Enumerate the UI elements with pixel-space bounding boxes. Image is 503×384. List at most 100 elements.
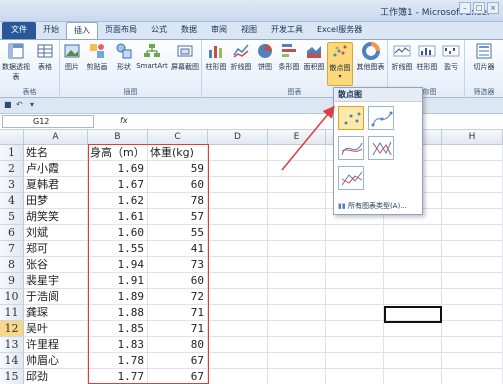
scatter-straight-lines-option[interactable]: [338, 166, 364, 190]
cell-h14[interactable]: [442, 353, 503, 369]
cell-e3[interactable]: [268, 177, 326, 193]
cell-d13[interactable]: [208, 337, 268, 353]
column-header-c[interactable]: C: [148, 130, 208, 145]
cell-h2[interactable]: [442, 161, 503, 177]
slicer-button[interactable]: 切片器: [469, 42, 499, 72]
cell-d9[interactable]: [208, 273, 268, 289]
cell-a9[interactable]: 裴星宇: [24, 273, 88, 289]
table-button[interactable]: 表格: [32, 42, 58, 72]
cell-d12[interactable]: [208, 321, 268, 337]
cell-d7[interactable]: [208, 241, 268, 257]
save-icon[interactable]: ■: [4, 100, 12, 109]
cell-h15[interactable]: [442, 369, 503, 384]
winloss-button[interactable]: 盈亏: [440, 42, 462, 72]
cell-c14[interactable]: 67: [148, 353, 208, 369]
cell-g12[interactable]: [384, 321, 442, 337]
tab-home[interactable]: 开始: [36, 22, 66, 39]
cell-b13[interactable]: 1.83: [88, 337, 148, 353]
cell-d4[interactable]: [208, 193, 268, 209]
cell-e12[interactable]: [268, 321, 326, 337]
cell-d2[interactable]: [208, 161, 268, 177]
undo-icon[interactable]: ↶: [16, 100, 23, 109]
customize-dropdown-icon[interactable]: ▾: [30, 100, 34, 109]
line-chart-button[interactable]: 折线图: [229, 42, 253, 72]
cell-b5[interactable]: 1.61: [88, 209, 148, 225]
cell-b10[interactable]: 1.89: [88, 289, 148, 305]
column-header-a[interactable]: A: [24, 130, 88, 145]
other-charts-button[interactable]: 其他图表: [355, 42, 386, 72]
cell-c6[interactable]: 55: [148, 225, 208, 241]
cell-c8[interactable]: 73: [148, 257, 208, 273]
select-all-corner[interactable]: [0, 130, 24, 145]
row-header[interactable]: 4: [0, 193, 24, 209]
column-header-e[interactable]: E: [268, 130, 326, 145]
column-header-b[interactable]: B: [88, 130, 148, 145]
row-header[interactable]: 14: [0, 353, 24, 369]
cell-a3[interactable]: 夏韩君: [24, 177, 88, 193]
cell-b6[interactable]: 1.60: [88, 225, 148, 241]
scatter-chart-button[interactable]: 散点图 ▾: [327, 42, 353, 86]
fx-icon[interactable]: fx: [120, 116, 128, 125]
cell-g6[interactable]: [384, 225, 442, 241]
cell-a11[interactable]: 龚琛: [24, 305, 88, 321]
cell-e4[interactable]: [268, 193, 326, 209]
cell-b8[interactable]: 1.94: [88, 257, 148, 273]
cell-g10[interactable]: [384, 289, 442, 305]
cell-a8[interactable]: 张谷: [24, 257, 88, 273]
cell-b14[interactable]: 1.78: [88, 353, 148, 369]
shapes-button[interactable]: 形状: [112, 42, 136, 72]
cell-f14[interactable]: [326, 353, 384, 369]
cell-f10[interactable]: [326, 289, 384, 305]
cell-h7[interactable]: [442, 241, 503, 257]
cell-c12[interactable]: 71: [148, 321, 208, 337]
row-header[interactable]: 1: [0, 145, 24, 161]
cell-h5[interactable]: [442, 209, 503, 225]
screenshot-button[interactable]: 屏幕截图: [170, 42, 200, 72]
tab-review[interactable]: 审阅: [204, 22, 234, 39]
sparkline-column-button[interactable]: 柱形图: [415, 42, 439, 72]
row-header[interactable]: 8: [0, 257, 24, 273]
name-box[interactable]: G12: [2, 115, 94, 128]
cell-h4[interactable]: [442, 193, 503, 209]
cell-c10[interactable]: 72: [148, 289, 208, 305]
cell-b7[interactable]: 1.55: [88, 241, 148, 257]
row-header[interactable]: 13: [0, 337, 24, 353]
cell-e14[interactable]: [268, 353, 326, 369]
cell-e11[interactable]: [268, 305, 326, 321]
cell-a4[interactable]: 田梦: [24, 193, 88, 209]
cell-d6[interactable]: [208, 225, 268, 241]
scatter-straight-markers-option[interactable]: [368, 136, 394, 160]
close-button[interactable]: ×: [487, 2, 499, 14]
cell-h9[interactable]: [442, 273, 503, 289]
tab-insert[interactable]: 插入: [66, 22, 98, 39]
cell-h3[interactable]: [442, 177, 503, 193]
cell-b2[interactable]: 1.69: [88, 161, 148, 177]
picture-button[interactable]: 图片: [62, 42, 82, 72]
cell-g13[interactable]: [384, 337, 442, 353]
cell-f11[interactable]: [326, 305, 384, 321]
row-header[interactable]: 11: [0, 305, 24, 321]
cell-d10[interactable]: [208, 289, 268, 305]
tab-developer[interactable]: 开发工具: [264, 22, 310, 39]
smartart-button[interactable]: SmartArt: [136, 42, 168, 70]
cell-f7[interactable]: [326, 241, 384, 257]
sparkline-line-button[interactable]: 折线图: [390, 42, 414, 72]
cell-f15[interactable]: [326, 369, 384, 384]
row-header[interactable]: 15: [0, 369, 24, 384]
cell-a15[interactable]: 邱劲: [24, 369, 88, 384]
cell-a5[interactable]: 胡笑笑: [24, 209, 88, 225]
cell-c4[interactable]: 78: [148, 193, 208, 209]
row-header[interactable]: 9: [0, 273, 24, 289]
row-header[interactable]: 6: [0, 225, 24, 241]
tab-excel-server[interactable]: Excel服务器: [310, 22, 369, 39]
cell-c3[interactable]: 60: [148, 177, 208, 193]
cell-h8[interactable]: [442, 257, 503, 273]
cell-a10[interactable]: 于浩阆: [24, 289, 88, 305]
scatter-smooth-markers-option[interactable]: [368, 106, 394, 130]
cell-b4[interactable]: 1.62: [88, 193, 148, 209]
cell-a6[interactable]: 刘斌: [24, 225, 88, 241]
minimize-button[interactable]: –: [459, 2, 471, 14]
pie-chart-button[interactable]: 饼图: [254, 42, 276, 72]
column-header-h[interactable]: H: [442, 130, 503, 145]
row-header[interactable]: 2: [0, 161, 24, 177]
